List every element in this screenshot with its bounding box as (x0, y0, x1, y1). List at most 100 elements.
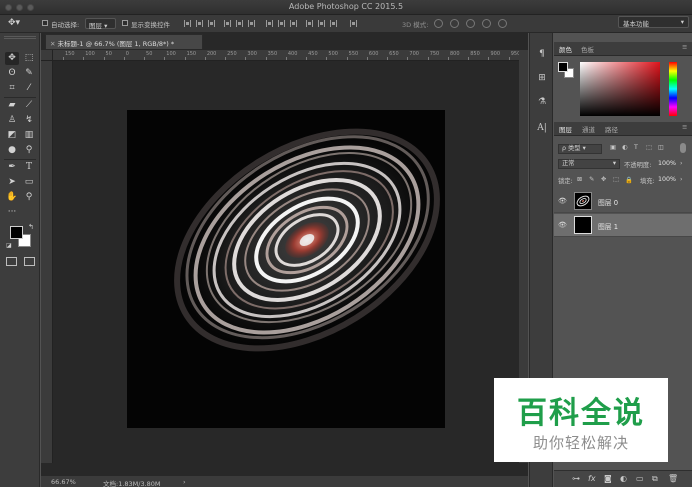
distribute-vcenter-icon[interactable] (278, 20, 285, 27)
link-icon[interactable]: ⊶ (572, 474, 580, 483)
3d-drag-icon[interactable] (466, 19, 475, 28)
lock-position-icon[interactable]: ✥ (601, 176, 606, 183)
panel-menu-icon[interactable]: ≡ (682, 43, 687, 51)
lock-image-icon[interactable]: ✎ (589, 176, 594, 183)
hue-slider[interactable] (669, 62, 677, 116)
distribute-top-icon[interactable] (266, 20, 273, 27)
3d-roll-icon[interactable] (450, 19, 459, 28)
character-panel-icon[interactable]: A| (535, 121, 549, 135)
mask-icon[interactable]: ◙ (604, 474, 612, 483)
distribute-bottom-icon[interactable] (290, 20, 297, 27)
panel-menu-icon[interactable]: ≡ (682, 123, 687, 131)
opacity-value[interactable]: 100% (658, 160, 676, 167)
rectangle-tool-icon[interactable]: ▭ (22, 176, 36, 189)
auto-align-icon[interactable] (350, 20, 357, 27)
type-tool-icon[interactable]: T (22, 161, 36, 174)
align-left-icon[interactable] (224, 20, 231, 27)
blur-tool-icon[interactable]: ● (5, 144, 19, 157)
gradient-tool-icon[interactable]: ▥ (22, 129, 36, 142)
align-top-icon[interactable] (184, 20, 191, 27)
align-hcenter-icon[interactable] (236, 20, 243, 27)
fill-value[interactable]: 100% (658, 176, 676, 183)
lock-artboard-icon[interactable]: ⬚ (613, 176, 619, 183)
blend-mode-dropdown[interactable]: 正常 ▾ (558, 159, 620, 169)
auto-select-checkbox[interactable] (42, 20, 48, 26)
lasso-tool-icon[interactable]: ʘ (5, 67, 19, 80)
color-picker-field[interactable] (580, 62, 660, 116)
pen-tool-icon[interactable]: ✒ (5, 161, 19, 174)
layer-row-layer-0[interactable]: 👁 图层 0 (554, 190, 692, 213)
document-tab-close-icon[interactable]: ✕ (50, 40, 58, 48)
eye-icon[interactable]: 👁 (558, 222, 567, 229)
show-transform-checkbox[interactable] (122, 20, 128, 26)
quick-mask-icon[interactable] (6, 257, 17, 266)
new-layer-icon[interactable]: ⧉ (652, 474, 658, 484)
auto-select-target-dropdown[interactable]: 图层 ▾ (85, 18, 116, 30)
group-icon[interactable]: ▭ (636, 474, 644, 483)
document-tab[interactable]: ✕ 未标题-1 @ 66.7% (图层 1, RGB/8*) * (45, 34, 203, 49)
layer-filter-kind-dropdown[interactable]: ρ 类型 ▾ (558, 144, 602, 154)
filter-smart-object-icon[interactable]: ◫ (658, 144, 664, 151)
3d-scale-icon[interactable] (498, 19, 507, 28)
layer-name[interactable]: 图层 0 (598, 197, 618, 207)
layer-name[interactable]: 图层 1 (598, 221, 618, 231)
align-vcenter-icon[interactable] (196, 20, 203, 27)
marquee-tool-icon[interactable]: ⬚ (22, 52, 36, 65)
move-tool-icon[interactable]: ✥ (5, 52, 19, 65)
document-canvas[interactable] (127, 110, 445, 428)
filter-type-icon[interactable]: T (634, 144, 638, 151)
brush-tool-icon[interactable]: ⟋ (22, 99, 36, 112)
ruler-origin[interactable] (41, 50, 53, 61)
crop-tool-icon[interactable]: ⌗ (5, 82, 19, 95)
3d-slide-icon[interactable] (482, 19, 491, 28)
workspace-dropdown[interactable]: 基本功能 ▾ (618, 16, 689, 28)
3d-rotate-icon[interactable] (434, 19, 443, 28)
adjustment-icon[interactable]: ◐ (620, 474, 627, 483)
tab-layers[interactable]: 图层 (559, 124, 572, 134)
status-menu-arrow-icon[interactable]: › (183, 478, 186, 486)
tab-paths[interactable]: 路径 (605, 124, 618, 134)
distribute-hcenter-icon[interactable] (318, 20, 325, 27)
tool-presets-panel-icon[interactable]: ⚗ (535, 95, 549, 109)
filter-toggle-icon[interactable] (680, 143, 686, 153)
default-colors-icon[interactable]: ◪ (6, 242, 12, 249)
filter-adjustment-icon[interactable]: ◐ (622, 144, 628, 151)
toolbar-grip[interactable] (4, 36, 36, 39)
filter-pixel-icon[interactable]: ▣ (610, 144, 616, 151)
quick-select-tool-icon[interactable]: ✎ (22, 67, 36, 80)
eraser-tool-icon[interactable]: ◩ (5, 129, 19, 142)
document-info[interactable]: 文档:1.83M/3.80M (103, 478, 161, 487)
stamp-tool-icon[interactable]: ♙ (5, 114, 19, 127)
tab-swatches[interactable]: 色板 (581, 44, 594, 54)
eye-icon[interactable]: 👁 (558, 198, 567, 205)
eyedropper-tool-icon[interactable]: ⁄ (22, 82, 36, 95)
foreground-color-swatch-top[interactable] (10, 226, 23, 239)
layer-row-layer-1[interactable]: 👁 图层 1 (554, 214, 692, 237)
color-panel-foreground-swatch[interactable] (558, 62, 568, 72)
zoom-level[interactable]: 66.67% (51, 478, 76, 486)
vertical-ruler[interactable] (41, 61, 53, 463)
horizontal-ruler[interactable]: 150 100 50 0 50 100 150 200 250 300 350 400 450 500 55… (53, 50, 519, 61)
distribute-right-icon[interactable] (330, 20, 337, 27)
filter-shape-icon[interactable]: ⬚ (646, 144, 652, 151)
align-bottom-icon[interactable] (208, 20, 215, 27)
fill-slider-arrow-icon[interactable]: › (680, 176, 683, 183)
screen-mode-icon[interactable] (24, 257, 35, 266)
healing-brush-icon[interactable]: ▰ (5, 99, 19, 112)
zoom-tool-icon[interactable]: ⚲ (22, 191, 36, 204)
lock-transparent-icon[interactable]: ⊠ (577, 176, 582, 183)
tab-color[interactable]: 颜色 (559, 44, 572, 54)
lock-all-icon[interactable]: 🔒 (625, 176, 633, 184)
path-select-tool-icon[interactable]: ➤ (5, 176, 19, 189)
fx-icon[interactable]: fx (588, 474, 596, 483)
distribute-left-icon[interactable] (306, 20, 313, 27)
dodge-tool-icon[interactable]: ⚲ (22, 144, 36, 157)
opacity-slider-arrow-icon[interactable]: › (680, 160, 683, 167)
hand-tool-icon[interactable]: ✋ (5, 191, 19, 204)
edit-toolbar-icon[interactable]: ··· (5, 206, 19, 219)
paragraph-panel-icon[interactable]: ¶ (535, 47, 549, 61)
align-right-icon[interactable] (248, 20, 255, 27)
swap-colors-icon[interactable]: ↰ (28, 223, 34, 231)
history-panel-icon[interactable]: ⊞ (535, 71, 549, 85)
trash-icon[interactable]: 🗑 (668, 474, 678, 483)
